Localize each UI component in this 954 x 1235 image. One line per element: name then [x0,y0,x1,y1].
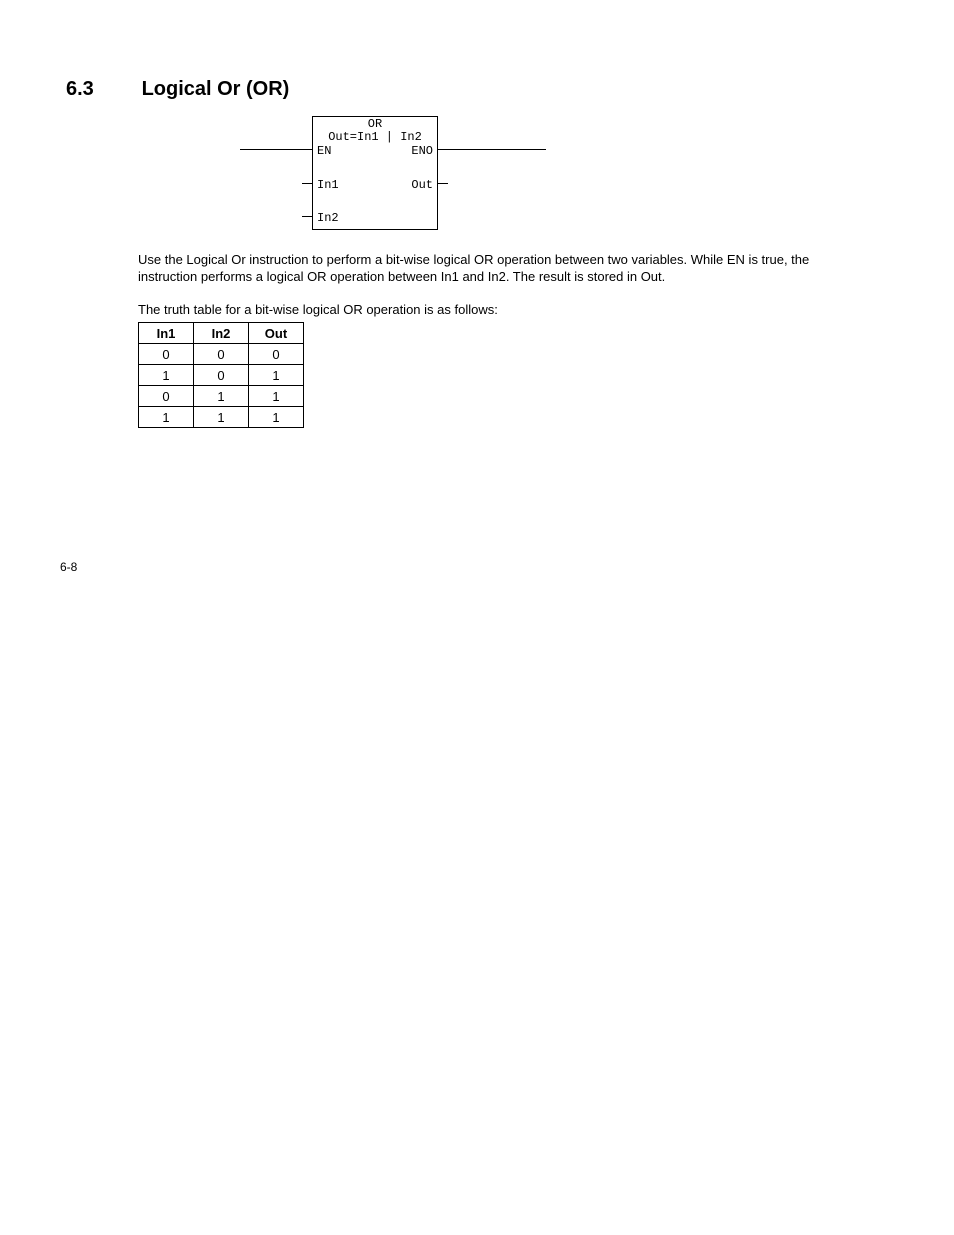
cell: 1 [139,407,194,428]
block-name: OR [313,117,437,131]
port-in2: In2 [317,212,339,225]
table-row: 1 0 1 [139,365,304,386]
section-title: Logical Or (OR) [142,78,290,100]
cell: 1 [249,407,304,428]
th-in2: In2 [194,323,249,344]
cell: 0 [194,344,249,365]
port-tick-in2 [302,216,312,217]
cell: 0 [194,365,249,386]
cell: 1 [194,386,249,407]
table-row: 0 0 0 [139,344,304,365]
truth-intro-paragraph: The truth table for a bit-wise logical O… [138,302,848,319]
table-row: 1 1 1 [139,407,304,428]
port-eno: ENO [411,145,433,158]
function-block-diagram: OR Out=In1 | In2 EN ENO In1 Out In2 [240,112,550,232]
section-number: 6.3 [66,78,136,101]
cell: 0 [139,344,194,365]
port-en: EN [317,145,331,158]
th-out: Out [249,323,304,344]
section-heading: 6.3 Logical Or (OR) [66,78,289,101]
cell: 1 [249,386,304,407]
cell: 0 [249,344,304,365]
description-paragraph: Use the Logical Or instruction to perfor… [138,252,848,285]
table-row: 0 1 1 [139,386,304,407]
cell: 0 [139,386,194,407]
block-formula: Out=In1 | In2 [313,131,437,144]
function-block-box: OR Out=In1 | In2 EN ENO In1 Out In2 [312,116,438,230]
port-tick-out [438,183,448,184]
port-in1: In1 [317,179,339,192]
rail-right [438,149,546,150]
rail-left [240,149,312,150]
port-tick-in1 [302,183,312,184]
truth-table: In1 In2 Out 0 0 0 1 0 1 0 1 1 1 [138,322,304,428]
table-header-row: In1 In2 Out [139,323,304,344]
cell: 1 [194,407,249,428]
cell: 1 [139,365,194,386]
page-number: 6-8 [60,560,77,574]
page: 6.3 Logical Or (OR) OR Out=In1 | In2 EN … [0,0,954,1235]
th-in1: In1 [139,323,194,344]
port-out: Out [411,179,433,192]
cell: 1 [249,365,304,386]
